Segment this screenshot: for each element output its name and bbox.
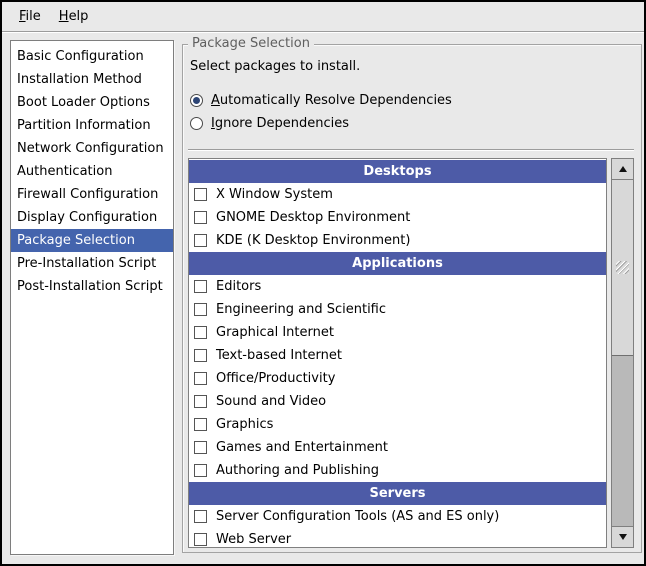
- package-row-graphical-internet[interactable]: Graphical Internet: [189, 321, 606, 344]
- package-label: Games and Entertainment: [216, 440, 388, 455]
- sidebar-item-network-configuration[interactable]: Network Configuration: [11, 137, 173, 160]
- checkbox-icon[interactable]: [194, 303, 207, 316]
- scroll-down-button[interactable]: [612, 526, 633, 547]
- sidebar-item-firewall-configuration[interactable]: Firewall Configuration: [11, 183, 173, 206]
- checkbox-icon[interactable]: [194, 395, 207, 408]
- package-label: Graphical Internet: [216, 325, 334, 340]
- checkbox-icon[interactable]: [194, 510, 207, 523]
- sidebar-item-boot-loader-options[interactable]: Boot Loader Options: [11, 91, 173, 114]
- menu-file-label-rest: ile: [26, 9, 41, 24]
- menu-help[interactable]: Help: [50, 4, 98, 29]
- package-row-games-entertainment[interactable]: Games and Entertainment: [189, 436, 606, 459]
- package-row-gnome-desktop[interactable]: GNOME Desktop Environment: [189, 206, 606, 229]
- sidebar-item-partition-information[interactable]: Partition Information: [11, 114, 173, 137]
- radio-ignore-dependencies[interactable]: Ignore Dependencies: [190, 112, 349, 135]
- frame-title: Package Selection: [188, 36, 314, 52]
- package-label: Server Configuration Tools (AS and ES on…: [216, 509, 499, 524]
- scroll-up-button[interactable]: [612, 159, 633, 180]
- radio-button-icon[interactable]: [190, 94, 203, 107]
- scrollbar-thumb[interactable]: [612, 180, 633, 356]
- checkbox-icon[interactable]: [194, 188, 207, 201]
- radio-auto-resolve-label: Automatically Resolve Dependencies: [211, 93, 452, 108]
- sidebar-item-display-configuration[interactable]: Display Configuration: [11, 206, 173, 229]
- package-row-sound-and-video[interactable]: Sound and Video: [189, 390, 606, 413]
- package-label: GNOME Desktop Environment: [216, 210, 410, 225]
- checkbox-icon[interactable]: [194, 372, 207, 385]
- radio-button-icon[interactable]: [190, 117, 203, 130]
- category-header-servers: Servers: [189, 482, 606, 505]
- package-selection-frame: Package Selection Select packages to ins…: [182, 44, 642, 553]
- checkbox-icon[interactable]: [194, 418, 207, 431]
- menu-help-label: H: [59, 9, 69, 24]
- sidebar-item-package-selection[interactable]: Package Selection: [11, 229, 173, 252]
- checkbox-icon[interactable]: [194, 533, 207, 546]
- sidebar-item-post-installation-script[interactable]: Post-Installation Script: [11, 275, 173, 298]
- package-row-graphics[interactable]: Graphics: [189, 413, 606, 436]
- package-label: Editors: [216, 279, 261, 294]
- package-label: Web Server: [216, 532, 291, 547]
- package-row-web-server[interactable]: Web Server: [189, 528, 606, 548]
- package-row-server-config-tools[interactable]: Server Configuration Tools (AS and ES on…: [189, 505, 606, 528]
- package-row-office-productivity[interactable]: Office/Productivity: [189, 367, 606, 390]
- menubar: File Help: [2, 2, 644, 32]
- package-list: Desktops X Window System GNOME Desktop E…: [188, 158, 607, 548]
- menu-help-label-rest: elp: [69, 9, 89, 24]
- checkbox-icon[interactable]: [194, 464, 207, 477]
- checkbox-icon[interactable]: [194, 211, 207, 224]
- radio-ignore-label: Ignore Dependencies: [211, 116, 349, 131]
- checkbox-icon[interactable]: [194, 441, 207, 454]
- menu-file[interactable]: File: [10, 4, 50, 29]
- scrollbar-thumb-grip-icon: [616, 261, 629, 274]
- checkbox-icon[interactable]: [194, 349, 207, 362]
- section-list: Basic Configuration Installation Method …: [10, 40, 174, 555]
- package-row-kde-desktop[interactable]: KDE (K Desktop Environment): [189, 229, 606, 252]
- kickstart-configurator-window: File Help Basic Configuration Installati…: [0, 0, 646, 566]
- category-header-desktops: Desktops: [189, 160, 606, 183]
- sidebar-item-basic-configuration[interactable]: Basic Configuration: [11, 45, 173, 68]
- sidebar-item-authentication[interactable]: Authentication: [11, 160, 173, 183]
- separator: [188, 149, 634, 150]
- arrow-up-icon: [619, 166, 627, 172]
- package-label: Graphics: [216, 417, 273, 432]
- package-row-engineering-scientific[interactable]: Engineering and Scientific: [189, 298, 606, 321]
- arrow-down-icon: [619, 534, 627, 540]
- checkbox-icon[interactable]: [194, 234, 207, 247]
- sidebar-item-pre-installation-script[interactable]: Pre-Installation Script: [11, 252, 173, 275]
- checkbox-icon[interactable]: [194, 326, 207, 339]
- radio-auto-resolve-dependencies[interactable]: Automatically Resolve Dependencies: [190, 89, 452, 112]
- package-row-authoring-publishing[interactable]: Authoring and Publishing: [189, 459, 606, 482]
- package-label: KDE (K Desktop Environment): [216, 233, 410, 248]
- package-label: Office/Productivity: [216, 371, 335, 386]
- package-row-text-based-internet[interactable]: Text-based Internet: [189, 344, 606, 367]
- package-label: Text-based Internet: [216, 348, 342, 363]
- vertical-scrollbar[interactable]: [611, 158, 634, 548]
- package-label: Engineering and Scientific: [216, 302, 386, 317]
- category-header-applications: Applications: [189, 252, 606, 275]
- instruction-text: Select packages to install.: [190, 59, 360, 74]
- sidebar-item-installation-method[interactable]: Installation Method: [11, 68, 173, 91]
- package-row-editors[interactable]: Editors: [189, 275, 606, 298]
- package-label: X Window System: [216, 187, 333, 202]
- package-label: Authoring and Publishing: [216, 463, 379, 478]
- package-row-x-window-system[interactable]: X Window System: [189, 183, 606, 206]
- package-label: Sound and Video: [216, 394, 326, 409]
- checkbox-icon[interactable]: [194, 280, 207, 293]
